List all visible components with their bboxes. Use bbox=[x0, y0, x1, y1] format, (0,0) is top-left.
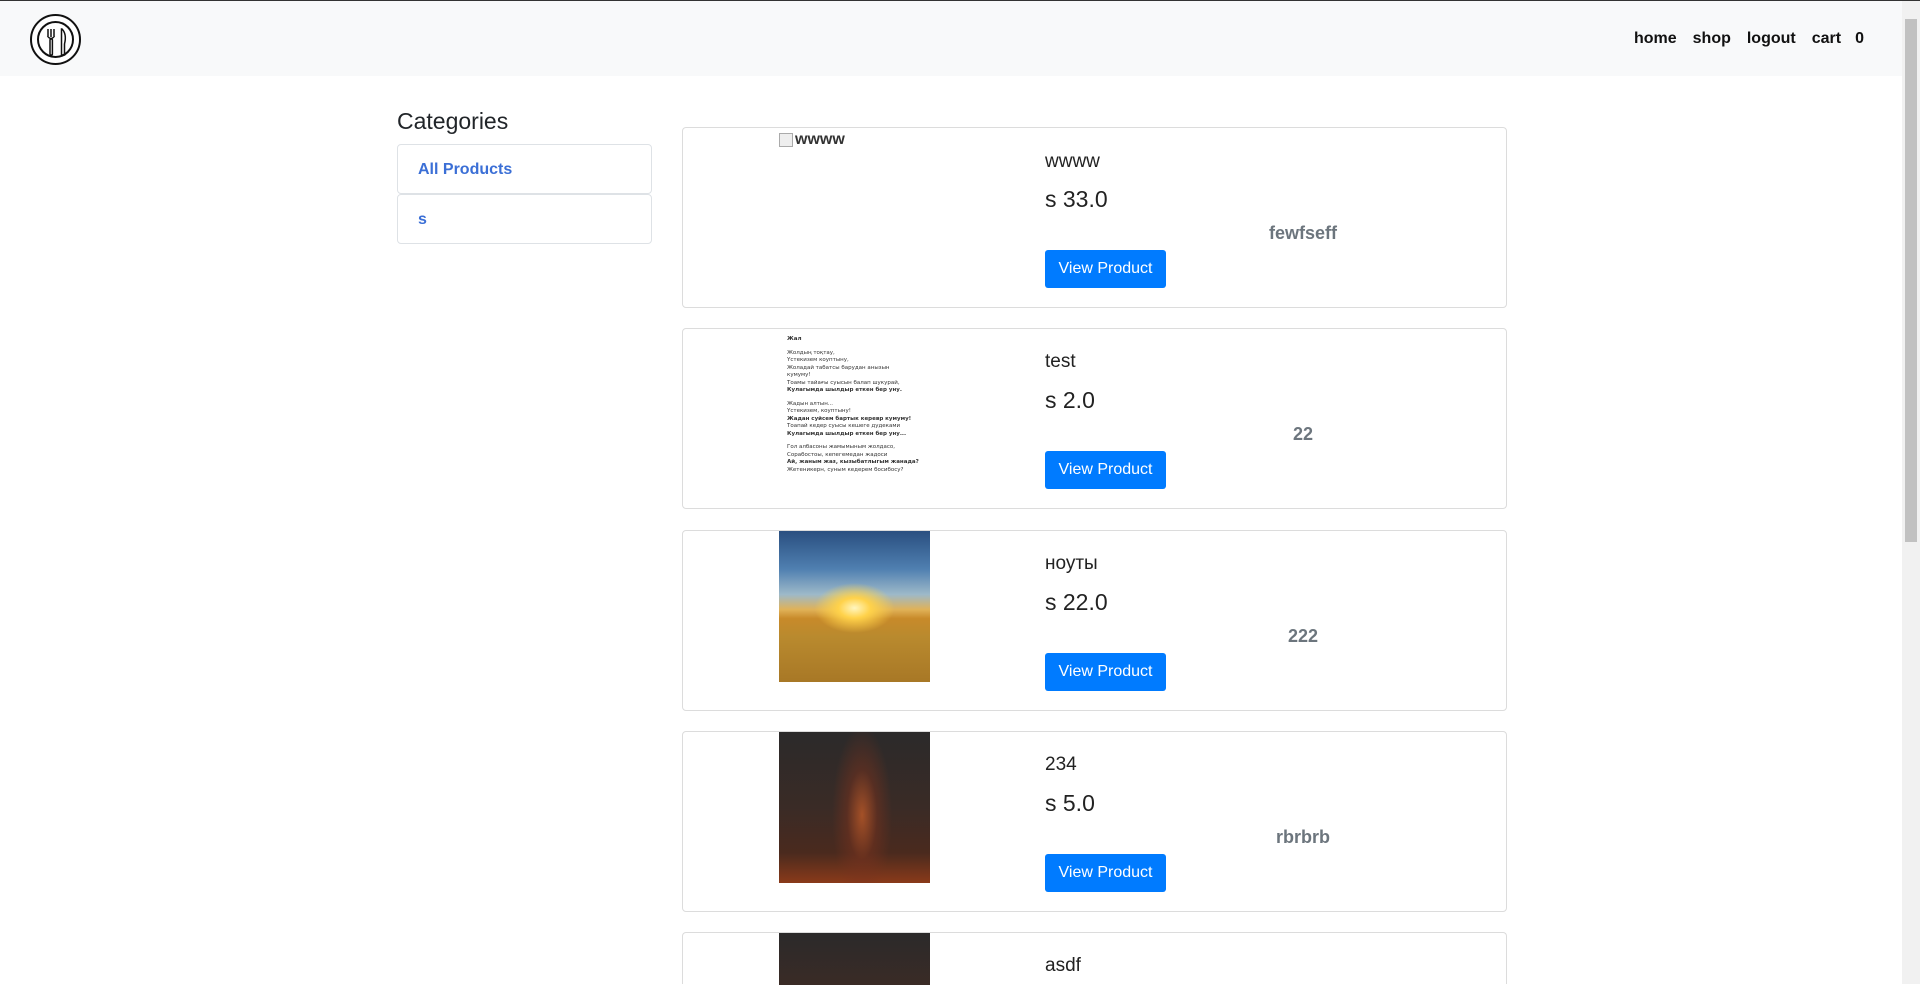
scrollbar-thumb[interactable] bbox=[1905, 19, 1917, 542]
product-card: ноуты s 22.0 222 View Product bbox=[682, 530, 1507, 711]
milky-way-night-photo bbox=[779, 732, 930, 883]
nav-shop-link[interactable]: shop bbox=[1693, 30, 1731, 48]
product-card: asdf bbox=[682, 932, 1507, 985]
category-label: All Products bbox=[418, 161, 513, 178]
nav-links: home shop logout cart 0 bbox=[1618, 30, 1864, 48]
product-price: s 5.0 bbox=[1045, 790, 1095, 816]
product-name: test bbox=[1045, 351, 1076, 372]
product-card: 234 s 5.0 rbrbrb View Product bbox=[682, 731, 1507, 912]
page-scrollbar[interactable] bbox=[1902, 1, 1920, 984]
product-name: ноуты bbox=[1045, 553, 1098, 574]
product-card: Жал Жолдың тоқтау, Үстекизем коуптыну, Ж… bbox=[682, 328, 1507, 509]
product-description: 222 bbox=[1287, 626, 1319, 646]
product-price: s 2.0 bbox=[1045, 387, 1095, 413]
navbar: home shop logout cart 0 bbox=[0, 1, 1902, 76]
product-description: 22 bbox=[1292, 424, 1314, 444]
utensils-logo-icon[interactable] bbox=[30, 14, 81, 65]
category-all-products[interactable]: All Products bbox=[397, 144, 652, 194]
product-card: wwww wwww s 33.0 fewfseff View Product bbox=[682, 127, 1507, 308]
product-name: 234 bbox=[1045, 754, 1077, 775]
product-name: asdf bbox=[1045, 955, 1081, 976]
categories-title: Categories bbox=[397, 108, 509, 134]
product-description: fewfseff bbox=[1268, 223, 1337, 243]
text-document-thumbnail: Жал Жолдың тоқтау, Үстекизем коуптыну, Ж… bbox=[779, 330, 930, 480]
product-name: wwww bbox=[1045, 151, 1100, 172]
view-product-button[interactable]: View Product bbox=[1045, 854, 1166, 892]
category-s[interactable]: s bbox=[397, 194, 652, 244]
wheat-field-sunset-photo bbox=[779, 531, 930, 682]
product-description: rbrbrb bbox=[1276, 827, 1330, 847]
nav-cart-link[interactable]: cart bbox=[1812, 30, 1841, 48]
cart-count-badge: 0 bbox=[1855, 30, 1864, 47]
broken-image-icon bbox=[779, 133, 793, 147]
category-label: s bbox=[418, 211, 427, 228]
product-image-broken: wwww bbox=[779, 131, 845, 149]
nav-home-link[interactable]: home bbox=[1634, 30, 1677, 48]
product-price: s 33.0 bbox=[1045, 186, 1108, 212]
milky-way-night-photo bbox=[779, 933, 930, 985]
product-price: s 22.0 bbox=[1045, 589, 1108, 615]
nav-logout-link[interactable]: logout bbox=[1747, 30, 1796, 48]
view-product-button[interactable]: View Product bbox=[1045, 250, 1166, 288]
view-product-button[interactable]: View Product bbox=[1045, 451, 1166, 489]
view-product-button[interactable]: View Product bbox=[1045, 653, 1166, 691]
